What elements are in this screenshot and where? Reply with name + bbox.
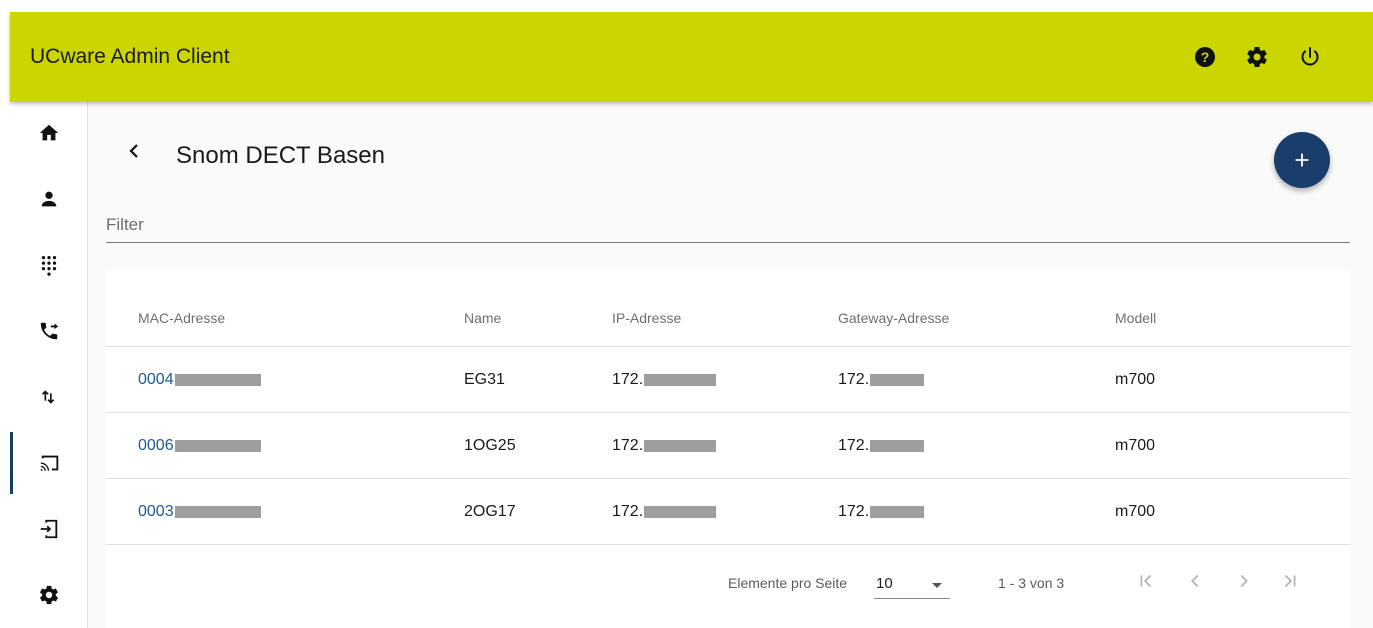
sidebar-item-transfer[interactable] — [10, 366, 87, 428]
sidebar-item-dialpad[interactable] — [10, 234, 87, 296]
model-cell: m700 — [1115, 503, 1156, 520]
page-title: Snom DECT Basen — [176, 142, 385, 169]
dialpad-icon — [41, 256, 56, 276]
sidebar-item-call-forwarding[interactable] — [10, 300, 87, 362]
redacted-block — [870, 439, 925, 452]
gateway-cell: 172. — [838, 503, 925, 521]
chevron-left-icon — [1191, 574, 1199, 588]
page-range-label: 1 - 3 von 3 — [998, 575, 1065, 591]
redacted-block — [870, 373, 925, 386]
sidebar-item-dect[interactable] — [10, 432, 87, 494]
dropdown-arrow-icon — [932, 583, 942, 588]
svg-text:?: ? — [1201, 49, 1210, 65]
column-header-mac[interactable]: MAC-Adresse — [138, 310, 225, 326]
sidebar-item-home[interactable] — [10, 102, 87, 164]
ip-cell: 172. — [612, 371, 717, 389]
top-toolbar: UCware Admin Client ? — [10, 12, 1373, 102]
settings-icon — [39, 585, 58, 605]
column-header-name[interactable]: Name — [464, 310, 501, 326]
redacted-block — [174, 439, 261, 452]
gateway-cell: 172. — [838, 437, 925, 455]
user-icon — [41, 191, 56, 207]
previous-page-button[interactable] — [1179, 565, 1211, 597]
call-forward-icon — [40, 322, 58, 340]
mac-address-link[interactable]: 0004 — [138, 371, 261, 389]
ip-cell: 172. — [612, 437, 717, 455]
dect-base-table: MAC-Adresse Name IP-Adresse Gateway-Adre… — [106, 270, 1350, 628]
home-icon — [39, 124, 58, 141]
sidebar-item-users[interactable] — [10, 168, 87, 230]
gateway-cell: 172. — [838, 371, 925, 389]
redacted-block — [644, 373, 717, 386]
sidebar — [10, 102, 88, 628]
column-header-gateway[interactable]: Gateway-Adresse — [838, 310, 949, 326]
page-size-label: Elemente pro Seite — [728, 575, 848, 591]
name-cell: 1OG25 — [464, 437, 516, 454]
plus-icon — [1295, 153, 1309, 167]
model-cell: m700 — [1115, 437, 1156, 454]
first-page-icon — [1140, 574, 1152, 588]
back-button[interactable] — [122, 139, 146, 163]
name-cell: 2OG17 — [464, 503, 516, 520]
redacted-block — [870, 505, 925, 518]
model-cell: m700 — [1115, 371, 1156, 388]
column-header-model[interactable]: Modell — [1115, 310, 1156, 326]
settings-icon[interactable] — [1245, 45, 1269, 69]
last-page-button[interactable] — [1274, 565, 1306, 597]
ip-cell: 172. — [612, 503, 717, 521]
redacted-block — [174, 505, 261, 518]
paginator: Elemente pro Seite 10 1 - 3 von 3 — [106, 544, 1350, 628]
column-header-ip[interactable]: IP-Adresse — [612, 310, 681, 326]
table-row[interactable]: 0004 EG31 172. 172. m700 — [106, 346, 1350, 412]
redacted-block — [644, 505, 717, 518]
redacted-block — [644, 439, 717, 452]
app-title: UCware Admin Client — [30, 45, 230, 68]
last-page-icon — [1284, 574, 1296, 588]
app-window: UCware Admin Client ? Snom DECT Basen Fi… — [10, 12, 1373, 628]
mac-address-link[interactable]: 0006 — [138, 437, 261, 455]
sidebar-item-settings[interactable] — [10, 564, 87, 626]
chevron-left-icon — [129, 144, 138, 158]
next-page-button[interactable] — [1228, 565, 1260, 597]
name-cell: EG31 — [464, 371, 505, 388]
redacted-block — [174, 373, 261, 386]
cast-icon — [40, 455, 59, 471]
chevron-right-icon — [1240, 574, 1248, 588]
table-row[interactable]: 0003 2OG17 172. 172. m700 — [106, 478, 1350, 544]
transfer-arrows-icon — [41, 390, 54, 404]
first-page-button[interactable] — [1130, 565, 1162, 597]
filter-input[interactable] — [106, 207, 1350, 243]
power-icon[interactable] — [1298, 45, 1322, 69]
page-size-value: 10 — [876, 575, 893, 592]
mac-address-link[interactable]: 0003 — [138, 503, 261, 521]
table-row[interactable]: 0006 1OG25 172. 172. m700 — [106, 412, 1350, 478]
login-icon — [40, 519, 57, 539]
sidebar-item-login[interactable] — [10, 498, 87, 560]
page-size-select[interactable]: 10 — [874, 571, 950, 599]
add-button[interactable] — [1274, 132, 1330, 188]
help-icon[interactable]: ? — [1193, 45, 1217, 69]
